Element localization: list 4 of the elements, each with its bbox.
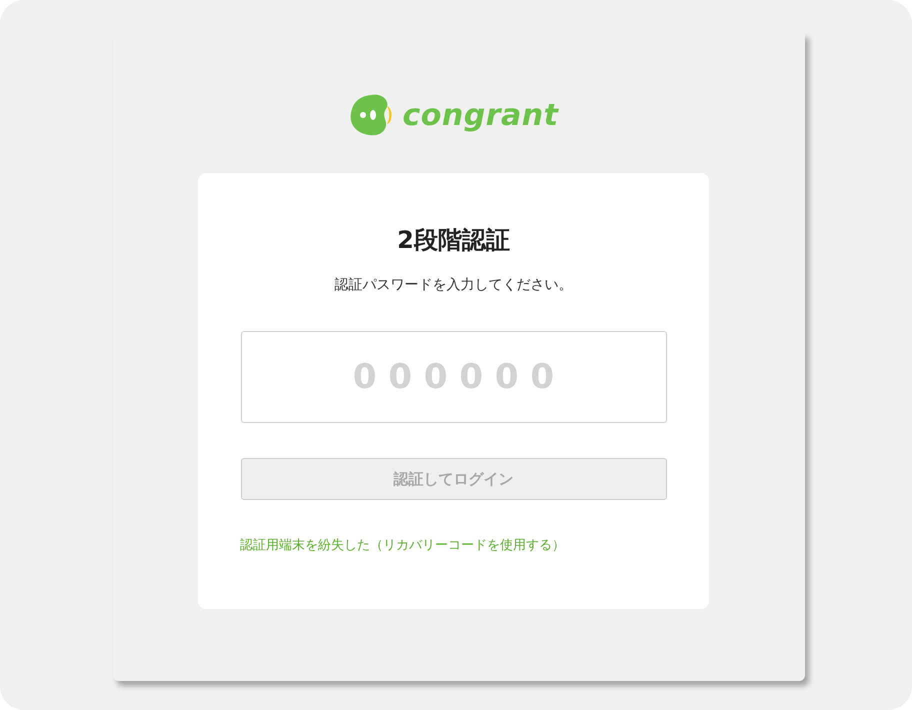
instruction-text: 認証パスワードを入力してください。 [334,276,572,295]
recovery-code-link[interactable]: 認証用端末を紛失した（リカバリーコードを使用する） [240,536,565,554]
logo-text: congrant [402,98,558,132]
page-title: 2段階認証 [397,225,510,256]
